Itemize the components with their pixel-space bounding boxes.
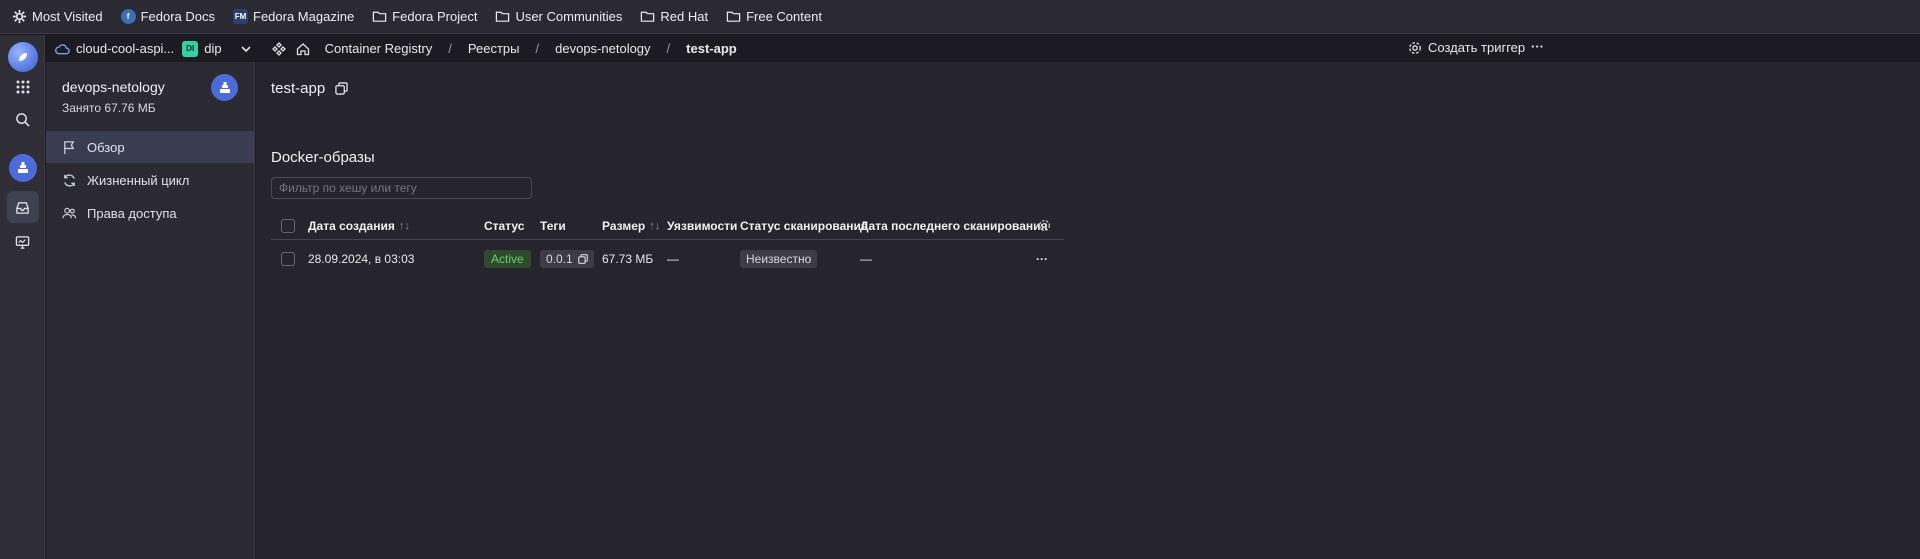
more-button[interactable]: ··· — [1531, 39, 1544, 54]
bookmark-most-visited[interactable]: Most Visited — [12, 9, 103, 24]
bookmark-fedora-magazine[interactable]: FM Fedora Magazine — [233, 9, 354, 24]
cloud-icon — [55, 43, 70, 54]
column-last-scan: Дата последнего сканирования — [860, 218, 1048, 233]
search-icon[interactable] — [0, 107, 45, 131]
fedora-icon: f — [120, 9, 136, 24]
registry-icon — [211, 74, 238, 101]
bookmark-red-hat[interactable]: Red Hat — [640, 9, 708, 24]
breadcrumb: Container Registry / Реестры / devops-ne… — [325, 41, 737, 56]
table-settings-icon[interactable] — [1038, 212, 1051, 239]
folder-icon — [372, 11, 387, 22]
breadcrumb-separator: / — [666, 41, 671, 56]
cloud-logo[interactable] — [0, 40, 45, 74]
page-title: test-app — [271, 80, 348, 97]
chevron-down-icon — [241, 45, 251, 52]
folder-badge: DI — [182, 40, 199, 57]
breadcrumb-registries[interactable]: Реестры — [468, 41, 520, 56]
services-icon[interactable] — [271, 41, 286, 56]
cloud-selector[interactable]: cloud-cool-aspi... — [55, 41, 174, 56]
registry-name: devops-netology — [62, 79, 165, 95]
refresh-icon — [64, 173, 75, 187]
column-created[interactable]: Дата создания ↑↓ — [308, 212, 410, 239]
cell-size: 67.73 МБ — [602, 252, 654, 266]
breadcrumb-separator: / — [448, 41, 452, 56]
sidebar-item-access[interactable]: Права доступа — [46, 197, 254, 229]
sort-icon[interactable]: ↑↓ — [649, 220, 660, 232]
breadcrumb-container-registry[interactable]: Container Registry — [325, 41, 433, 56]
select-all-checkbox[interactable] — [281, 212, 295, 239]
breadcrumb-registry[interactable]: devops-netology — [555, 41, 650, 56]
column-status: Статус — [484, 218, 525, 233]
logo-icon — [7, 42, 38, 72]
scan-status-badge: Неизвестно — [740, 250, 818, 268]
create-trigger-button[interactable]: Создать триггер — [1408, 40, 1525, 55]
main-content: test-app Docker-образы Дата создания↑↓ С… — [256, 62, 1920, 559]
row-actions-button[interactable]: ··· — [1036, 242, 1048, 276]
row-checkbox[interactable] — [281, 242, 295, 276]
apps-grid-icon[interactable] — [0, 75, 45, 99]
inbox-icon[interactable] — [0, 190, 45, 224]
cell-tag: 0.0.1 — [540, 242, 594, 276]
table-header: Дата создания ↑↓ Статус Теги Размер ↑↓ Уяз… — [271, 212, 1064, 240]
filter-input[interactable] — [271, 177, 532, 199]
registry-sidebar: devops-netology Занято 67.76 МБ Обзор Жи… — [46, 62, 255, 559]
bookmarks-bar: Most Visited f Fedora Docs FM Fedora Mag… — [0, 0, 1920, 34]
cell-status: Active — [484, 242, 531, 276]
cell-created: 28.09.2024, в 03:03 — [308, 252, 415, 266]
top-header: cloud-cool-aspi... DI dip Container Regi… — [46, 35, 1920, 62]
sidebar-item-overview[interactable]: Обзор — [46, 131, 254, 163]
bookmark-free-content[interactable]: Free Content — [726, 9, 822, 24]
container-registry-icon[interactable] — [0, 153, 45, 183]
fm-icon: FM — [233, 9, 248, 24]
users-icon — [62, 207, 77, 218]
folder-selector[interactable]: DI dip — [182, 40, 251, 57]
bookmark-fedora-project[interactable]: Fedora Project — [372, 9, 477, 24]
bookmark-user-communities[interactable]: User Communities — [495, 9, 622, 24]
app-rail — [0, 35, 45, 559]
monitoring-icon[interactable] — [0, 230, 45, 254]
column-scan-status: Статус сканирования — [740, 218, 868, 233]
tag-chip[interactable]: 0.0.1 — [540, 250, 594, 268]
cell-last-scan: — — [860, 252, 872, 266]
folder-icon — [641, 11, 655, 22]
gear-icon — [1409, 41, 1421, 54]
folder-icon — [496, 11, 510, 22]
folder-icon — [726, 11, 741, 22]
status-badge: Active — [484, 250, 531, 268]
table-row[interactable]: 28.09.2024, в 03:03 Active 0.0.1 67.73 М… — [271, 242, 1064, 276]
column-tags: Теги — [540, 218, 566, 233]
section-title: Docker-образы — [271, 149, 375, 166]
bookmark-fedora-docs[interactable]: f Fedora Docs — [120, 9, 215, 24]
breadcrumb-current: test-app — [686, 41, 737, 56]
column-vulnerabilities: Уязвимости — [667, 218, 738, 233]
cell-scan-status: Неизвестно — [740, 242, 818, 276]
copy-icon[interactable] — [335, 82, 348, 95]
gear-icon — [12, 9, 27, 24]
home-icon[interactable] — [296, 42, 310, 56]
column-size[interactable]: Размер ↑↓ — [602, 212, 660, 239]
sort-icon[interactable]: ↑↓ — [399, 220, 410, 232]
used-space: Занято 67.76 МБ — [62, 101, 156, 115]
flag-icon — [64, 140, 75, 154]
breadcrumb-separator: / — [535, 41, 540, 56]
cell-vulnerabilities: — — [667, 252, 679, 266]
sidebar-item-lifecycle[interactable]: Жизненный цикл — [46, 164, 254, 196]
copy-icon[interactable] — [577, 254, 588, 264]
